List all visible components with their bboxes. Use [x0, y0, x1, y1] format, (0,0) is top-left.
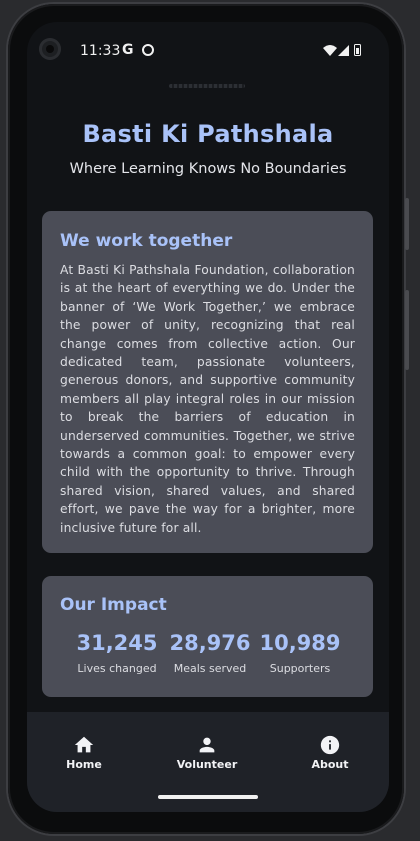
front-camera: [39, 38, 61, 60]
sync-notification-icon: [142, 44, 154, 56]
status-bar: 11:33 G: [27, 22, 389, 76]
google-notification-icon: G: [122, 42, 134, 58]
nav-item-home[interactable]: Home: [34, 712, 134, 790]
about-heading: We work together: [60, 231, 233, 251]
nav-item-volunteer[interactable]: Volunteer: [157, 712, 257, 790]
status-time: 11:33: [80, 43, 121, 59]
nav-label-volunteer: Volunteer: [176, 758, 238, 771]
volume-button: [405, 290, 409, 370]
stat-lives-changed: 31,245 Lives changed: [67, 631, 167, 675]
battery-icon: [354, 44, 361, 56]
app-screen: 11:33 G Basti Ki Pathshala Where Learnin…: [27, 22, 389, 812]
stat-value: 31,245: [76, 631, 158, 655]
nav-item-about[interactable]: About: [280, 712, 380, 790]
page-subtitle: Where Learning Knows No Boundaries: [69, 161, 347, 177]
nav-label-about: About: [311, 758, 349, 771]
stat-value: 10,989: [259, 631, 341, 655]
impact-card: Our Impact 31,245 Lives changed 28,976 M…: [42, 576, 373, 697]
about-card: We work together At Basti Ki Pathshala F…: [42, 211, 373, 553]
logo-image: [169, 84, 245, 88]
power-button: [405, 198, 409, 250]
stat-label: Supporters: [269, 662, 331, 675]
info-icon: [320, 735, 340, 755]
stat-value: 28,976: [169, 631, 251, 655]
stat-label: Lives changed: [77, 662, 157, 675]
impact-heading: Our Impact: [60, 595, 167, 615]
stat-meals-served: 28,976 Meals served: [160, 631, 260, 675]
cell-signal-icon: [338, 45, 349, 56]
nav-label-home: Home: [66, 758, 102, 771]
stat-label: Meals served: [173, 662, 247, 675]
gesture-home-bar[interactable]: [158, 795, 258, 799]
person-icon: [199, 737, 215, 753]
wifi-icon: [323, 45, 337, 56]
impact-stats: 31,245 Lives changed 28,976 Meals served…: [42, 631, 373, 681]
page-title: Basti Ki Pathshala: [82, 120, 334, 148]
about-body: At Basti Ki Pathshala Foundation, collab…: [60, 263, 355, 535]
home-icon: [74, 736, 94, 753]
stat-supporters: 10,989 Supporters: [250, 631, 350, 675]
